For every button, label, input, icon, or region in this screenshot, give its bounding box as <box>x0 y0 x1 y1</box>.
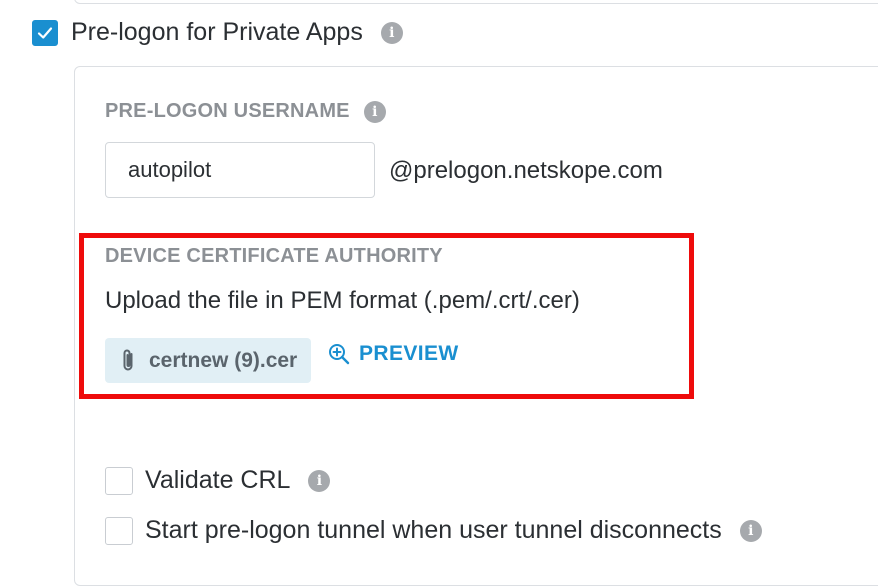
start-tunnel-row: Start pre-logon tunnel when user tunnel … <box>105 516 762 545</box>
validate-crl-checkbox[interactable] <box>105 466 133 495</box>
checkmark-icon <box>37 26 53 39</box>
prelogon-label: Pre-logon for Private Apps <box>71 18 363 46</box>
username-label: PRE-LOGON USERNAME <box>105 100 350 122</box>
preview-label: PREVIEW <box>359 342 459 365</box>
username-label-row: PRE-LOGON USERNAME i <box>105 100 386 123</box>
device-ca-label: DEVICE CERTIFICATE AUTHORITY <box>105 245 443 267</box>
preview-button[interactable]: PREVIEW <box>327 342 459 366</box>
file-name: certnew (9).cer <box>149 348 298 372</box>
previous-section-box <box>74 0 878 4</box>
info-icon[interactable]: i <box>308 469 331 492</box>
paperclip-icon <box>123 349 133 370</box>
start-tunnel-label: Start pre-logon tunnel when user tunnel … <box>145 516 722 544</box>
prelogon-checkbox[interactable] <box>32 19 58 46</box>
start-tunnel-checkbox[interactable] <box>105 516 133 545</box>
info-icon[interactable]: i <box>363 100 386 123</box>
device-ca-help-text: Upload the file in PEM format (.pem/.crt… <box>105 287 580 314</box>
uploaded-file-chip[interactable]: certnew (9).cer <box>105 338 311 383</box>
info-icon[interactable]: i <box>739 519 762 542</box>
info-icon[interactable]: i <box>380 21 403 44</box>
zoom-in-icon <box>329 344 350 365</box>
username-domain-suffix: @prelogon.netskope.com <box>389 157 663 184</box>
prelogon-row: Pre-logon for Private Apps i <box>32 18 403 47</box>
username-input[interactable] <box>105 142 375 198</box>
validate-crl-label: Validate CRL <box>145 466 291 494</box>
validate-crl-row: Validate CRL i <box>105 466 331 495</box>
